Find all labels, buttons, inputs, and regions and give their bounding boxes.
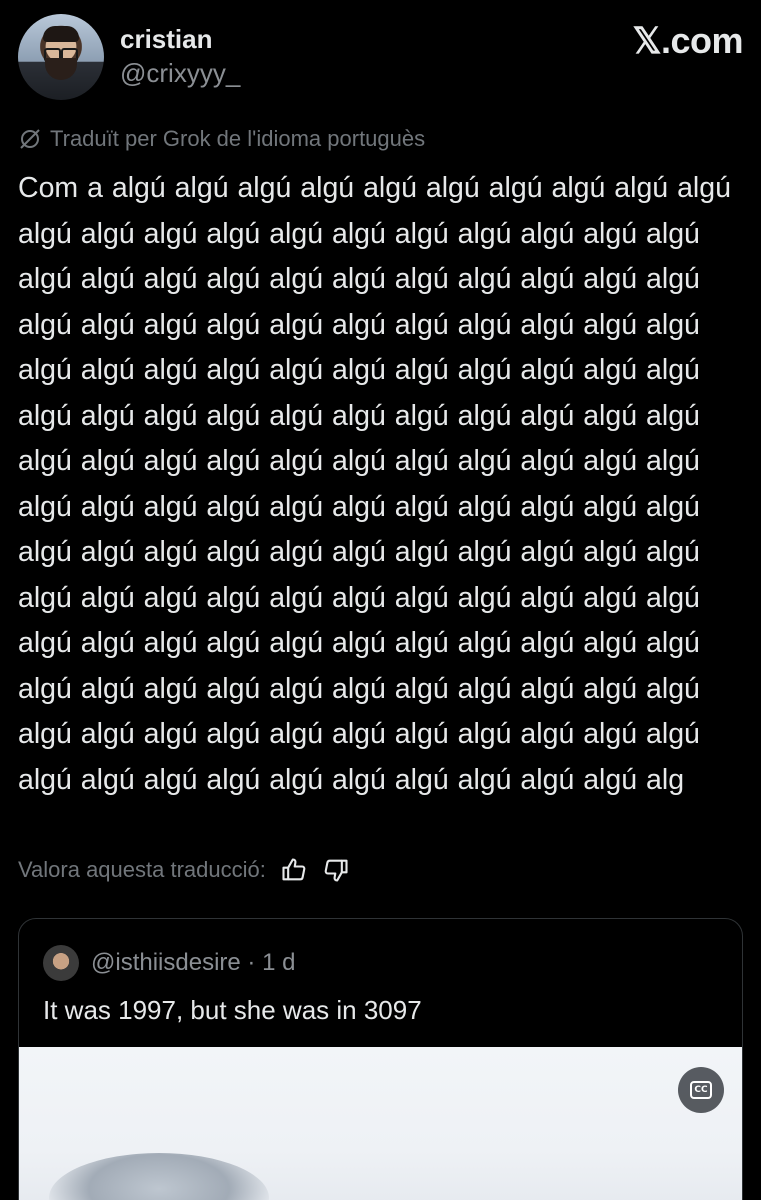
quoted-video[interactable]: CC [19,1047,742,1200]
captions-button[interactable]: CC [678,1067,724,1113]
thumbs-up-icon [282,858,306,881]
thumbs-up-button[interactable] [280,856,308,884]
thumbs-down-button[interactable] [322,856,350,884]
translation-notice-text: Traduït per Grok de l'idioma portuguès [50,126,426,151]
quoted-author-avatar[interactable] [43,945,79,981]
quoted-tweet-text: It was 1997, but she was in 3097 [43,995,422,1025]
tweet-header: cristian @crixyyy_ 𝕏.com [18,14,743,102]
quoted-author-handle[interactable]: @isthiisdesire · 1 d [91,949,295,977]
rate-translation-label: Valora aquesta traducció: [18,857,266,882]
author-name[interactable]: cristian [120,24,213,55]
slashed-circle-icon [20,129,40,149]
author-avatar[interactable] [18,14,104,100]
video-frame-shape [49,1153,269,1200]
translation-notice: Traduït per Grok de l'idioma portuguès [18,126,425,152]
closed-captions-icon: CC [690,1081,712,1099]
tweet-body: Com a algú algú algú algú algú algú algú… [18,172,731,796]
rate-translation: Valora aquesta traducció: [18,856,350,884]
author-handle[interactable]: @crixyyy_ [120,58,240,89]
x-com-logo: 𝕏.com [632,20,743,61]
quoted-tweet[interactable]: @isthiisdesire · 1 d It was 1997, but sh… [18,918,743,1200]
thumbs-down-icon [324,859,348,882]
